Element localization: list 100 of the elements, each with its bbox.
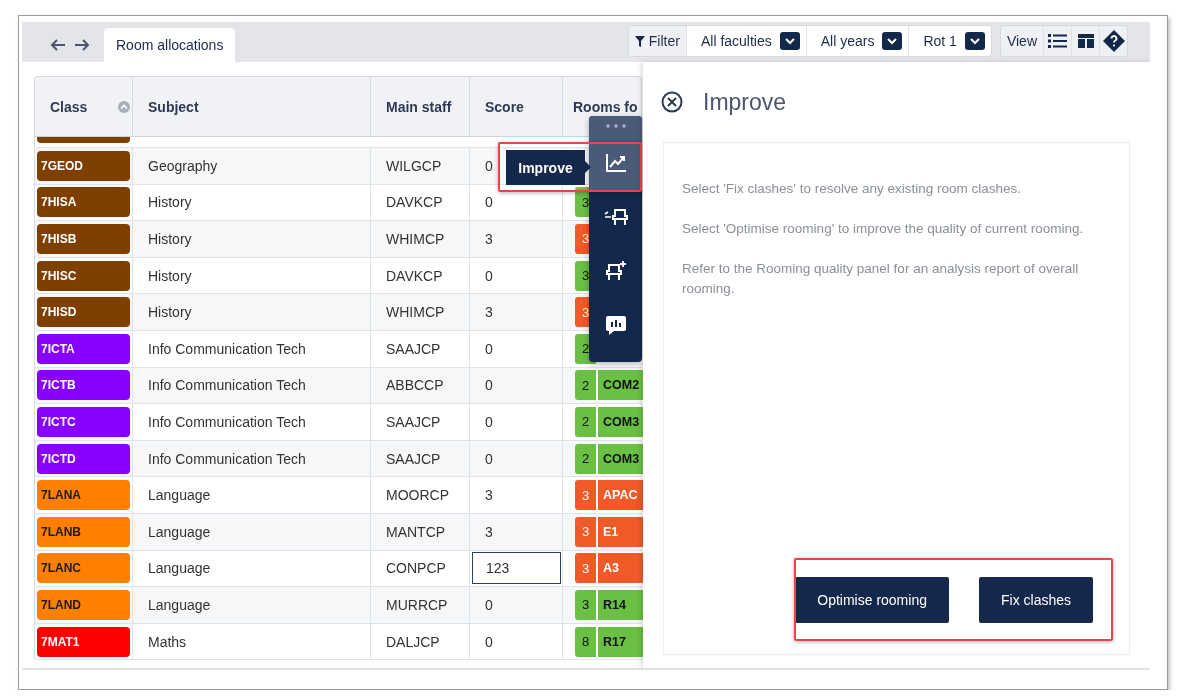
view-button[interactable]: View <box>1000 26 1043 56</box>
table-cell: History <box>148 304 192 321</box>
column-header[interactable]: Subject <box>148 98 199 115</box>
close-icon[interactable] <box>661 91 683 113</box>
dropdown[interactable]: All faculties <box>685 26 806 56</box>
table-cell: 0 <box>485 157 493 174</box>
filter-icon <box>634 35 645 47</box>
table-cell: DAVKCP <box>386 267 443 284</box>
column-header[interactable]: Rooms fo <box>573 98 638 115</box>
layout-icon[interactable] <box>1071 26 1099 56</box>
table-cell: Info Communication Tech <box>148 377 306 394</box>
class-tag: 7GEOD <box>37 150 130 181</box>
class-tag: 7ICTA <box>37 333 130 364</box>
table-cell: Info Communication Tech <box>148 340 306 357</box>
table-cell: 3 <box>485 487 493 504</box>
drag-handle-icon[interactable] <box>604 124 627 128</box>
class-tag: 7HISA <box>37 187 130 218</box>
class-tag: 7HISB <box>37 224 130 254</box>
room-tag: COM2 <box>598 370 643 401</box>
table-cell: SAAJCP <box>386 413 441 430</box>
help-text: Select 'Optimise rooming' to improve the quality of current rooming. <box>682 220 1085 238</box>
class-tag: 7LANC <box>37 553 130 584</box>
table-cell: 3 <box>485 304 493 321</box>
caret-icon <box>779 32 800 50</box>
table-cell: Language <box>148 487 211 504</box>
column-header[interactable]: Main staff <box>386 98 452 115</box>
list-view-icon[interactable] <box>1043 26 1071 56</box>
table-cell: DAVKCP <box>386 194 443 211</box>
table-cell: 0 <box>485 267 493 284</box>
table-cell: WILGCP <box>386 157 442 174</box>
room-tag: A3 <box>598 553 643 584</box>
room-tag: COM3 <box>598 443 643 474</box>
table-cell: 0 <box>485 450 493 467</box>
table-cell: 0 <box>485 596 493 613</box>
dropdown[interactable]: Rot 1 <box>908 26 991 56</box>
room-count: 2 <box>575 406 596 437</box>
table-cell: DALJCP <box>386 633 440 650</box>
table-cell: ABBCCP <box>386 377 444 394</box>
table-cell: 0 <box>485 340 493 357</box>
table-cell: Language <box>148 560 211 577</box>
table-cell: SAAJCP <box>386 340 441 357</box>
tab[interactable]: Room allocations <box>104 28 236 62</box>
room-count: 2 <box>575 370 596 401</box>
class-tag: 7MAT1 <box>37 626 130 657</box>
column-header[interactable]: Score <box>485 98 524 115</box>
table-cell: Language <box>148 523 211 540</box>
class-tag: 7HISD <box>37 297 130 328</box>
class-tag: 7ICTC <box>37 406 130 437</box>
help-text: Refer to the Rooming quality panel for an analysis report of overall rooming. <box>682 260 1080 298</box>
caret-icon <box>882 32 903 50</box>
class-tag: 7LAND <box>37 589 130 620</box>
class-tag: 7ICTB <box>37 370 130 401</box>
class-tag: 7LANA <box>37 480 130 511</box>
table-cell: History <box>148 231 192 247</box>
table-cell: Info Communication Tech <box>148 413 306 430</box>
class-tag: 7ICTD <box>37 443 130 474</box>
room-tag: COM3 <box>598 406 643 437</box>
table-cell: MURRCP <box>386 596 448 613</box>
room-count: 2 <box>575 443 596 474</box>
table-cell: Language <box>148 596 211 613</box>
table-cell: 0 <box>485 377 493 394</box>
room-tag: R17 <box>598 626 643 657</box>
table-cell: 0 <box>485 413 493 430</box>
column-header[interactable]: Class <box>50 98 88 115</box>
forward-arrow-icon[interactable] <box>74 38 90 52</box>
table-cell: 0 <box>485 194 493 211</box>
room-count: 3 <box>575 516 596 547</box>
class-tag: 7HISC <box>37 260 130 291</box>
table-cell: CONPCP <box>386 560 446 577</box>
table-cell: 3 <box>485 523 493 540</box>
filter-button[interactable]: Filter <box>628 26 686 56</box>
caret-icon <box>964 32 985 50</box>
table-cell: History <box>148 267 192 284</box>
back-arrow-icon[interactable] <box>50 38 66 52</box>
table-cell: MANTCP <box>386 523 446 540</box>
table-cell: MOORCP <box>386 487 449 504</box>
help-icon[interactable] <box>1099 26 1127 56</box>
room-tag: E1 <box>598 516 643 547</box>
panel-title: Improve <box>703 88 787 116</box>
score-input[interactable]: 123 <box>472 552 561 585</box>
table-cell: Maths <box>148 633 187 650</box>
table-cell: History <box>148 194 192 211</box>
help-text: Select 'Fix clashes' to resolve any existing room clashes. <box>682 180 1023 198</box>
tooltip: Improve <box>506 150 591 185</box>
table-cell: Geography <box>148 157 218 174</box>
table-cell: Info Communication Tech <box>148 450 306 467</box>
class-tag: 7LANB <box>37 516 130 547</box>
table-cell: WHIMCP <box>386 304 445 321</box>
table-cell: 0 <box>485 633 493 650</box>
table-cell: SAAJCP <box>386 450 441 467</box>
room-count: 3 <box>575 589 596 620</box>
table-cell: WHIMCP <box>386 231 445 247</box>
room-count: 3 <box>575 553 596 584</box>
room-count: 3 <box>575 480 596 511</box>
action-button[interactable]: Optimise rooming <box>795 577 949 623</box>
action-button[interactable]: Fix clashes <box>978 577 1093 623</box>
chair-swap-icon[interactable] <box>589 190 642 244</box>
room-tag: R14 <box>598 589 643 620</box>
dropdown[interactable]: All years <box>805 26 909 56</box>
line-chart-icon[interactable] <box>589 136 642 190</box>
